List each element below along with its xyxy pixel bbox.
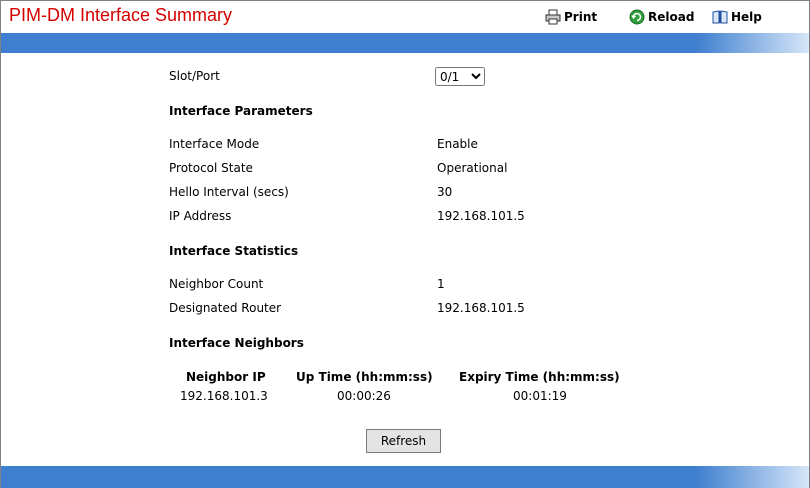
designated-router-value: 192.168.101.5 [437, 301, 525, 315]
column-header-up-time: Up Time (hh:mm:ss) [296, 370, 433, 384]
title-bar: PIM-DM Interface Summary Print Reload He… [1, 1, 809, 33]
reload-button[interactable]: Reload [629, 9, 694, 25]
neighbor-count-label: Neighbor Count [169, 277, 264, 291]
interface-parameters-heading: Interface Parameters [169, 104, 313, 118]
protocol-state-value: Operational [437, 161, 508, 175]
column-header-neighbor-ip: Neighbor IP [186, 370, 266, 384]
designated-router-label: Designated Router [169, 301, 282, 315]
page-title: PIM-DM Interface Summary [9, 5, 233, 25]
reload-label: Reload [648, 10, 695, 24]
reload-icon [629, 9, 645, 25]
interface-mode-value: Enable [437, 137, 478, 151]
footer-band [1, 466, 809, 488]
ip-address-label: IP Address [169, 209, 232, 223]
printer-icon [545, 9, 561, 25]
interface-neighbors-heading: Interface Neighbors [169, 336, 304, 350]
print-button[interactable]: Print [545, 9, 597, 25]
slot-port-label: Slot/Port [169, 69, 220, 83]
interface-statistics-heading: Interface Statistics [169, 244, 299, 258]
cell-neighbor-ip: 192.168.101.3 [180, 389, 268, 403]
help-button[interactable]: Help [712, 9, 762, 25]
book-icon [712, 9, 728, 25]
header-band [1, 33, 809, 53]
print-label: Print [564, 10, 598, 24]
cell-up-time: 00:00:26 [337, 389, 391, 403]
help-label: Help [731, 10, 762, 24]
interface-mode-label: Interface Mode [169, 137, 260, 151]
neighbor-count-value: 1 [437, 277, 445, 291]
ip-address-value: 192.168.101.5 [437, 209, 525, 223]
cell-expiry-time: 00:01:19 [513, 389, 567, 403]
protocol-state-label: Protocol State [169, 161, 253, 175]
column-header-expiry-time: Expiry Time (hh:mm:ss) [459, 370, 620, 384]
hello-interval-label: Hello Interval (secs) [169, 185, 289, 199]
slot-port-select[interactable]: 0/1 [435, 67, 485, 86]
hello-interval-value: 30 [437, 185, 453, 199]
refresh-button[interactable]: Refresh [366, 429, 441, 453]
